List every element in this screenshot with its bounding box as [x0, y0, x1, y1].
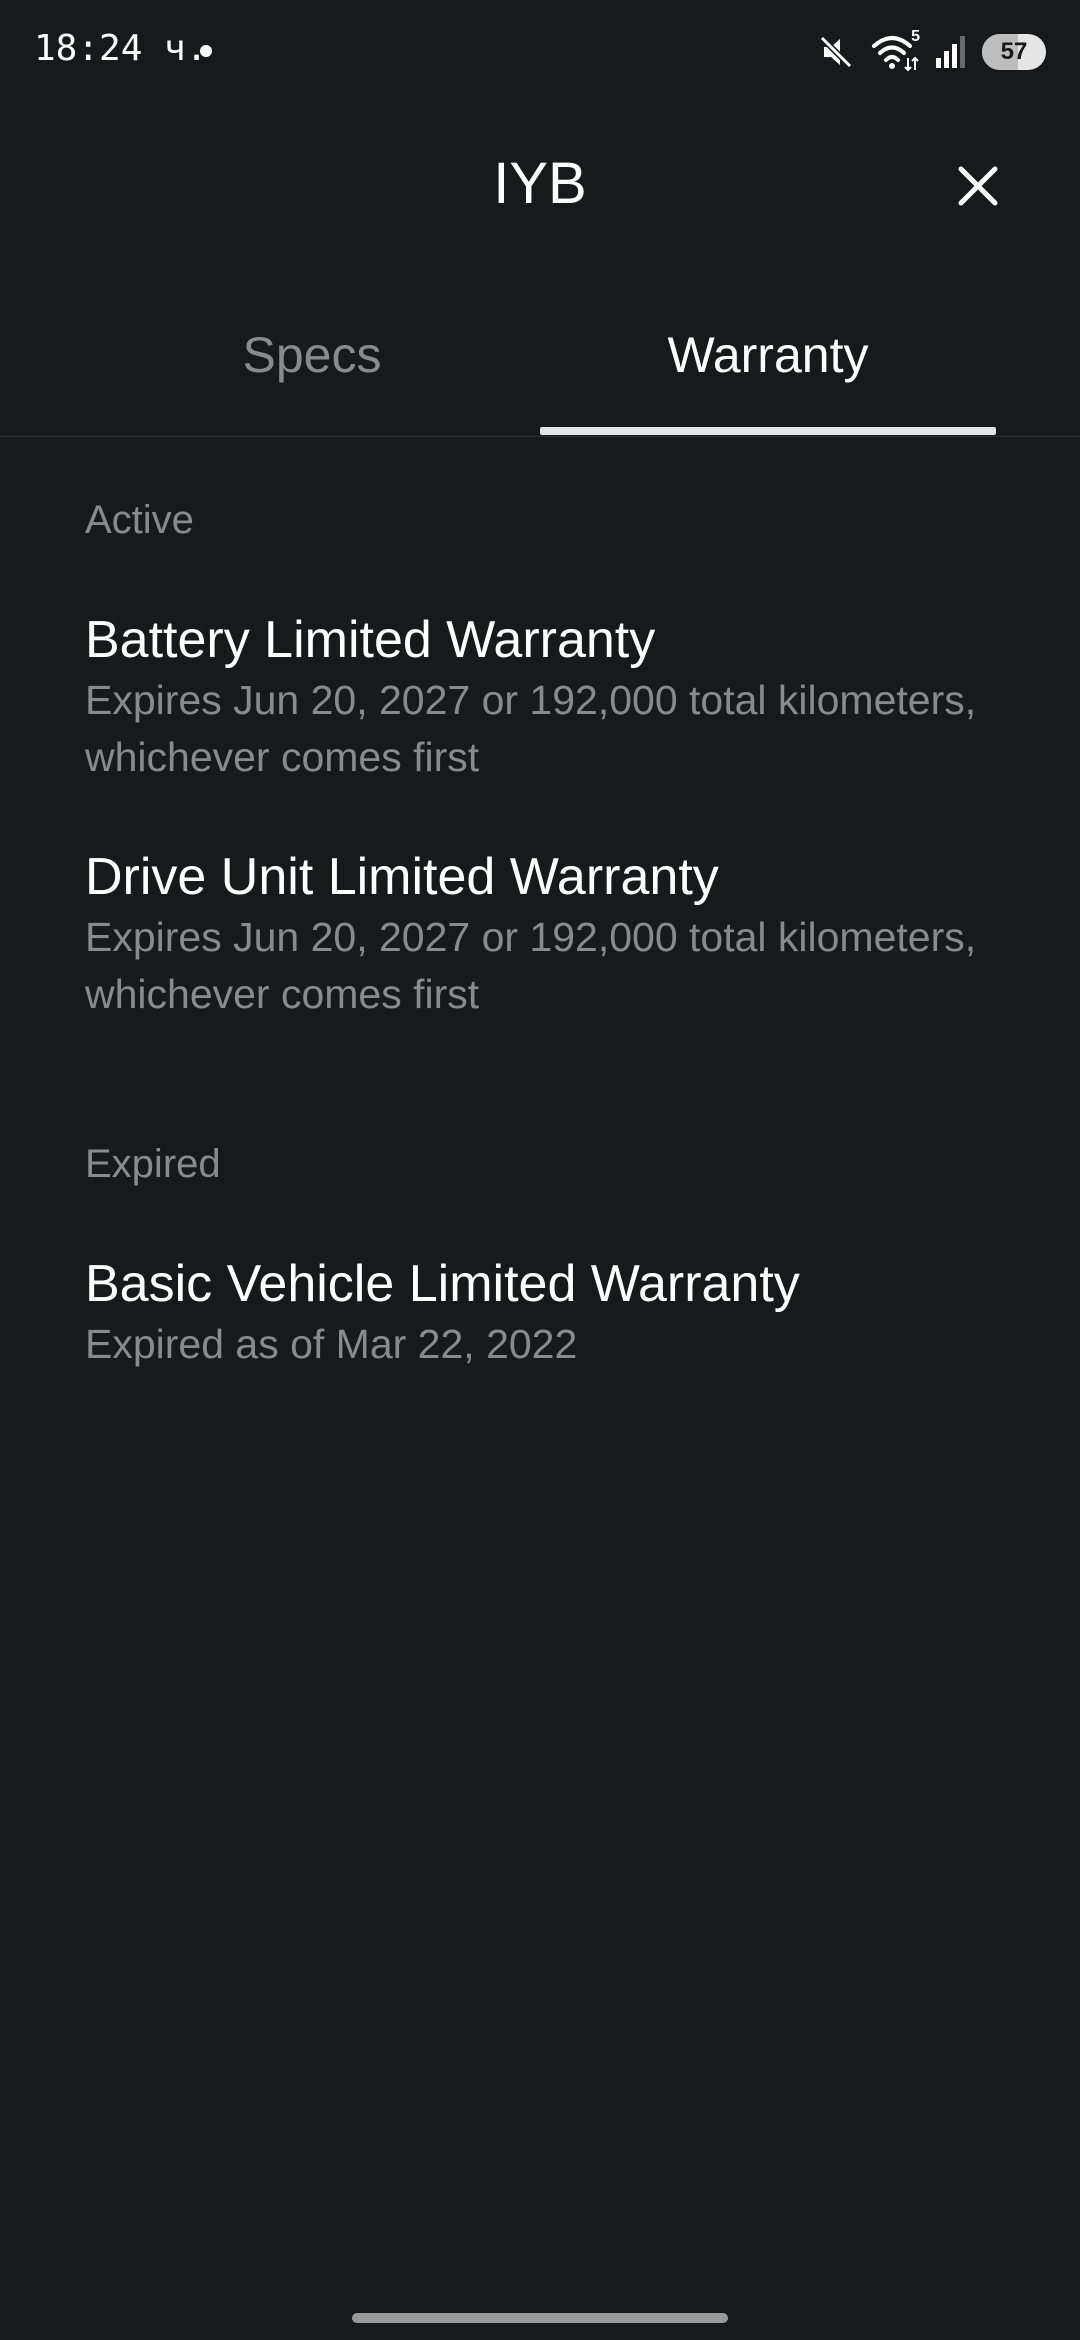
- tab-bar: Specs Warranty: [0, 300, 1080, 437]
- warranty-title: Basic Vehicle Limited Warranty: [85, 1255, 800, 1313]
- warranty-item-battery[interactable]: Battery Limited Warranty Expires Jun 20,…: [85, 608, 1005, 786]
- warranty-title: Battery Limited Warranty: [85, 611, 656, 669]
- warranty-item-basic-vehicle[interactable]: Basic Vehicle Limited Warranty Expired a…: [85, 1252, 1005, 1373]
- tab-specs[interactable]: Specs: [84, 326, 540, 384]
- notification-dot: [200, 45, 212, 57]
- close-icon: [956, 164, 1000, 213]
- close-button[interactable]: [948, 158, 1008, 218]
- status-time: 18:24 ч.: [34, 28, 208, 69]
- section-heading-expired: Expired: [85, 1142, 221, 1186]
- warranty-title: Drive Unit Limited Warranty: [85, 848, 719, 906]
- mute-icon: [816, 32, 856, 72]
- warranty-screen: 18:24 ч. 5 57 IYB Specs Warranty Active …: [0, 0, 1080, 2340]
- status-icons: 5 57: [816, 28, 1046, 74]
- wifi-standard-label: 5: [911, 28, 920, 45]
- signal-icon: [934, 34, 968, 70]
- tab-warranty[interactable]: Warranty: [540, 326, 996, 384]
- page-title: IYB: [493, 151, 587, 216]
- battery-icon: 57: [982, 34, 1046, 70]
- home-indicator[interactable]: [352, 2313, 728, 2323]
- wifi-icon: 5: [870, 28, 920, 72]
- active-tab-indicator: [540, 427, 996, 435]
- section-heading-active: Active: [85, 498, 194, 542]
- warranty-item-drive-unit[interactable]: Drive Unit Limited Warranty Expires Jun …: [85, 845, 1005, 1023]
- warranty-description: Expires Jun 20, 2027 or 192,000 total ki…: [85, 677, 977, 780]
- status-bar: 18:24 ч. 5 57: [0, 0, 1080, 100]
- battery-level: 57: [1000, 38, 1028, 65]
- warranty-description: Expires Jun 20, 2027 or 192,000 total ki…: [85, 914, 977, 1017]
- warranty-description: Expired as of Mar 22, 2022: [85, 1321, 578, 1367]
